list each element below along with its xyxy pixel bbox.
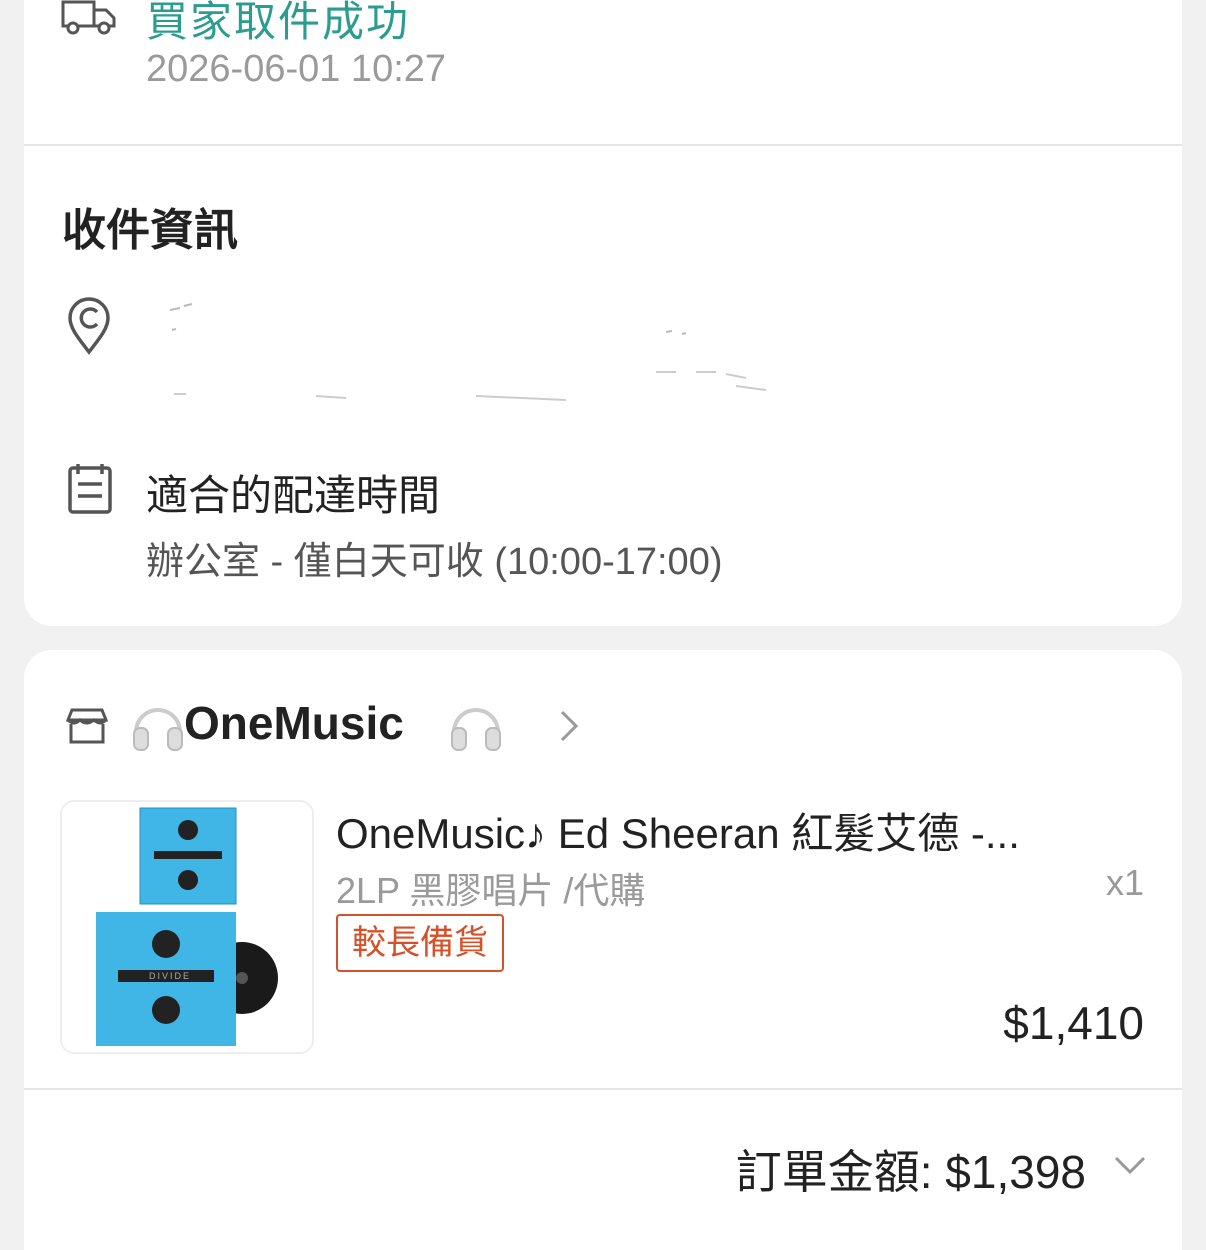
divider	[24, 144, 1182, 146]
divider	[24, 1088, 1182, 1090]
product-price: $1,410	[1003, 997, 1144, 1049]
recipient-address-redacted-line2	[146, 366, 786, 406]
order-total[interactable]: 訂單金額: $1,398	[736, 1136, 1086, 1202]
product-quantity: x1	[1105, 862, 1144, 903]
chevron-down-icon[interactable]	[1112, 1154, 1148, 1181]
section-title-recipient: 收件資訊	[62, 206, 238, 255]
truck-icon	[60, 0, 118, 41]
location-pin-icon	[66, 296, 112, 361]
product-title[interactable]: OneMusic♪ Ed Sheeran 紅髮艾德 -...	[336, 800, 1126, 861]
headphones-icon	[130, 698, 186, 759]
shipping-recipient-card: 買家取件成功 2026-06-01 10:27 收件資訊 適合的配達時間 辦公室…	[24, 0, 1182, 626]
shipping-status-timestamp: 2026-06-01 10:27	[146, 48, 447, 90]
product-image[interactable]: DIVIDE	[60, 800, 314, 1054]
headphones-icon	[448, 698, 504, 759]
recipient-address-redacted	[146, 298, 706, 338]
shop-name[interactable]: OneMusic	[184, 696, 404, 750]
store-icon	[65, 706, 109, 751]
shipping-status-title: 買家取件成功	[146, 0, 411, 45]
delivery-time-value: 辦公室 - 僅白天可收 (10:00-17:00)	[146, 541, 723, 583]
calendar-icon	[66, 460, 114, 521]
status-badge: 較長備貨	[336, 914, 504, 972]
chevron-right-icon[interactable]	[558, 708, 580, 749]
delivery-time-label: 適合的配達時間	[146, 472, 441, 519]
album-cover-text: DIVIDE	[148, 971, 191, 981]
product-variant: 2LP 黑膠唱片 /代購	[336, 870, 646, 911]
